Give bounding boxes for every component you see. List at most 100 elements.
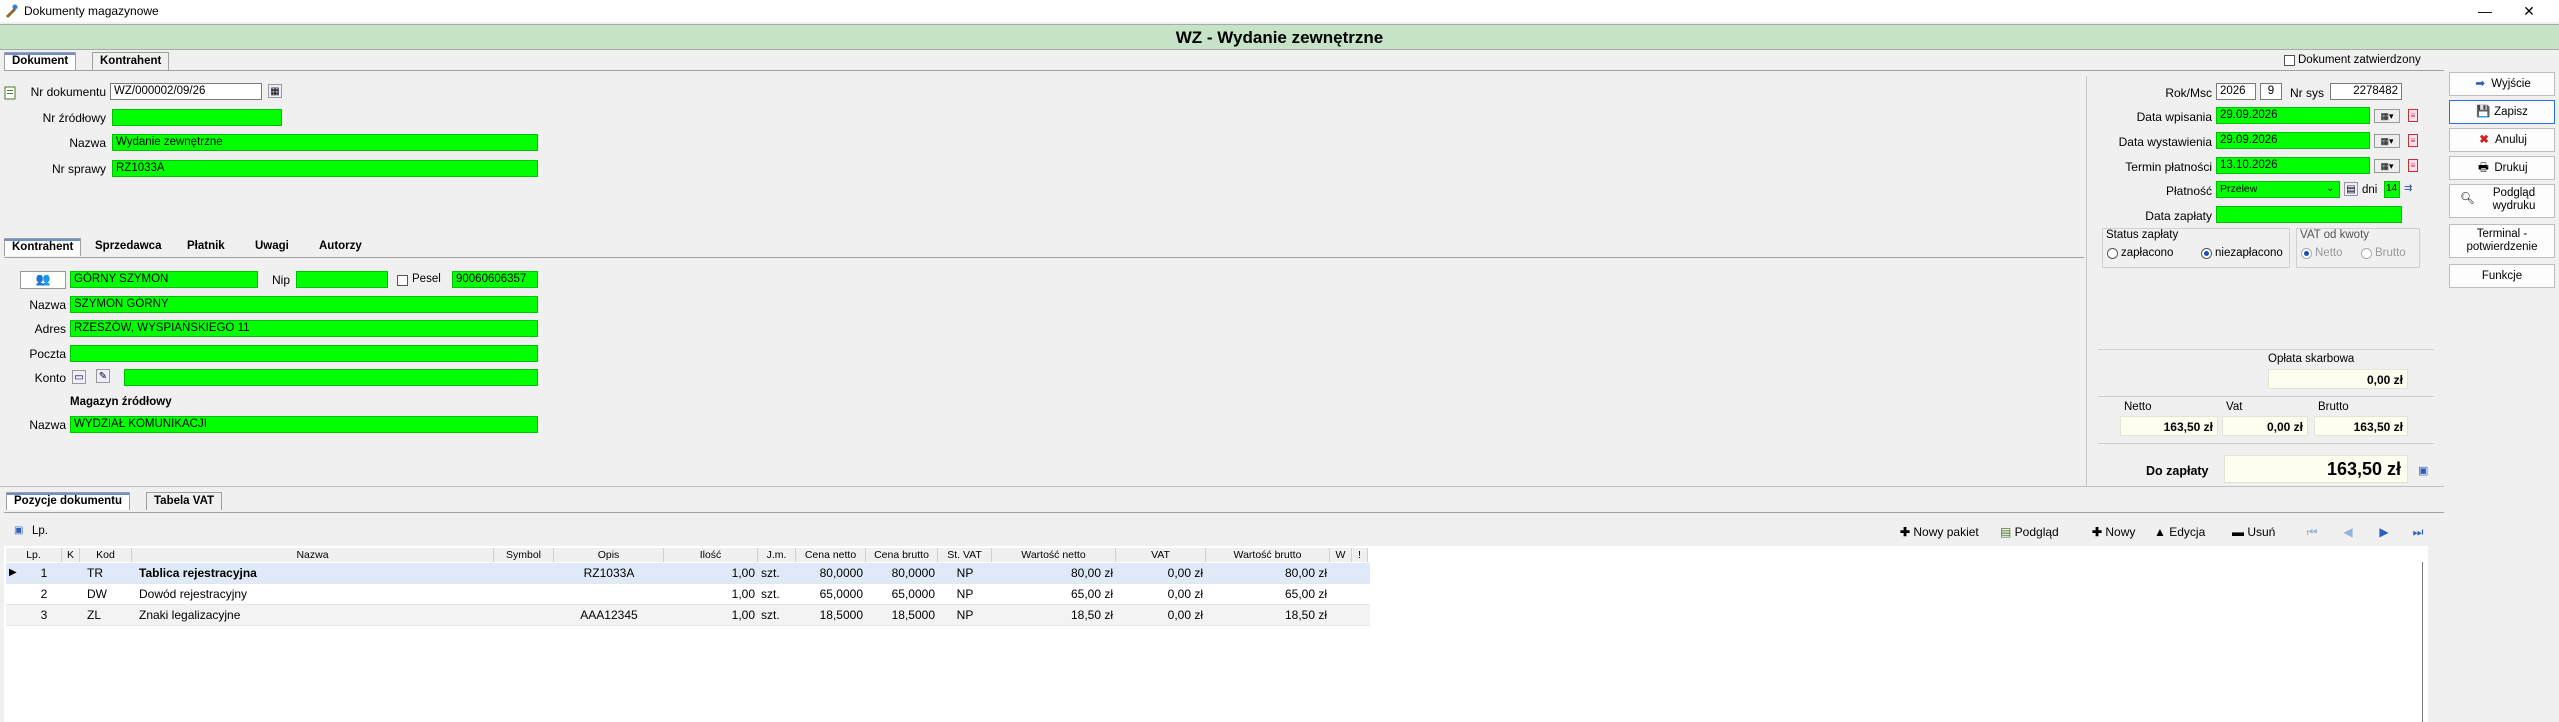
address-field[interactable]: RZESZÓW, WYSPIAŃSKIEGO 11 (70, 320, 538, 337)
contractor-code-field[interactable]: GÓRNY SZYMON (70, 271, 258, 288)
col-opis[interactable]: Opis (554, 548, 664, 562)
new-package-button[interactable]: ✚ Nowy pakiet (1900, 523, 1979, 541)
col-exclamation[interactable]: ! (1352, 548, 1368, 562)
cancel-button[interactable]: ✖ Anuluj (2449, 128, 2555, 152)
grid-settings-icon[interactable]: ▣ (14, 525, 23, 536)
col-jm[interactable]: J.m. (758, 548, 796, 562)
edit-button[interactable]: ▲ Edycja (2154, 523, 2205, 541)
due-date-field[interactable]: 13.10.2026 (2216, 157, 2370, 174)
tab-kontrahent[interactable]: Kontrahent (92, 52, 170, 70)
entry-date-clear-icon[interactable]: ≡ (2408, 109, 2418, 122)
save-button[interactable]: 💾 Zapisz (2449, 100, 2555, 124)
issue-date-field[interactable]: 29.09.2026 (2216, 132, 2370, 149)
sys-number-field[interactable]: 2278482 (2330, 83, 2402, 100)
last-record-icon[interactable]: ⏭ (2410, 524, 2426, 540)
paid-date-field[interactable] (2216, 206, 2402, 223)
due-date-calendar-icon[interactable]: ▦▾ (2374, 159, 2400, 173)
table-row[interactable]: 2 DW Dowód rejestracyjny 1,00 szt. 65,00… (6, 584, 1370, 605)
col-wartosc-brutto[interactable]: Wartość brutto (1206, 548, 1330, 562)
to-pay-wallet-icon[interactable]: ▣ (2418, 464, 2428, 477)
maximize-button[interactable] (2468, 0, 2508, 22)
doc-number-field[interactable]: WZ/000002/09/26 (110, 83, 262, 100)
grid-scrollbar[interactable] (2422, 562, 2423, 722)
vat-net-radio[interactable] (2301, 248, 2312, 259)
payment-book-icon[interactable]: ▤ (2344, 182, 2358, 196)
entry-date-field[interactable]: 29.09.2026 (2216, 107, 2370, 124)
doc-number-label: Nr dokumentu (30, 85, 106, 99)
issue-date-clear-icon[interactable]: ≡ (2408, 134, 2418, 147)
col-wartosc-netto[interactable]: Wartość netto (992, 548, 1116, 562)
table-row[interactable]: ▶ 1 TR Tablica rejestracyjna RZ1033A 1,0… (6, 563, 1370, 584)
previous-record-icon[interactable]: ◀ (2340, 524, 2356, 540)
due-date-clear-icon[interactable]: ≡ (2408, 159, 2418, 172)
tab-uwagi[interactable]: Uwagi (248, 238, 296, 256)
col-kod[interactable]: Kod (80, 548, 132, 562)
nip-field[interactable] (296, 271, 388, 288)
next-record-icon[interactable]: ▶ (2376, 524, 2392, 540)
account-field[interactable] (124, 369, 538, 386)
account-card-icon[interactable]: ▭ (72, 370, 86, 384)
col-cena-brutto[interactable]: Cena brutto (866, 548, 938, 562)
tab-dokument[interactable]: Dokument (4, 52, 77, 70)
row-opis (554, 584, 664, 604)
month-field[interactable]: 9 (2260, 83, 2282, 100)
col-symbol[interactable]: Symbol (494, 548, 554, 562)
post-field[interactable] (70, 345, 538, 362)
tab-sprzedawca[interactable]: Sprzedawca (88, 238, 168, 256)
col-ilosc[interactable]: Ilość (664, 548, 758, 562)
preview-button[interactable]: ▤ Podgląd (2000, 523, 2059, 541)
vat-gross-radio[interactable] (2361, 248, 2372, 259)
row-pointer-icon: ▶ (9, 567, 17, 578)
row-nazwa: Tablica rejestracyjna (139, 566, 257, 580)
close-button[interactable]: ✕ (2506, 0, 2552, 22)
days-spin-icon[interactable]: ⇉ (2404, 183, 2412, 194)
select-contractor-button[interactable]: 👥 (20, 271, 66, 289)
calculator-icon[interactable]: ▦ (268, 84, 282, 98)
tab-kontrahent-sub[interactable]: Kontrahent (4, 238, 82, 256)
days-field[interactable]: 14 (2384, 181, 2400, 198)
status-unpaid-radio[interactable] (2201, 248, 2212, 259)
col-vat[interactable]: VAT (1116, 548, 1206, 562)
table-row[interactable]: 3 ZL Znaki legalizacyjne AAA12345 1,00 s… (6, 605, 1370, 626)
col-lp[interactable]: Lp. (6, 548, 62, 562)
plus-icon: ✚ (2092, 525, 2106, 539)
col-st-vat[interactable]: St. VAT (938, 548, 992, 562)
doc-name-field[interactable]: Wydanie zewnętrzne (112, 134, 538, 151)
confirmed-checkbox[interactable] (2284, 55, 2295, 66)
contractor-name-field[interactable]: SZYMON GÓRNY (70, 296, 538, 313)
pesel-checkbox[interactable] (397, 275, 408, 286)
tab-vat-table[interactable]: Tabela VAT (146, 492, 223, 510)
app-icon (4, 4, 18, 18)
address-label: Adres (34, 322, 66, 336)
pesel-label: Pesel (412, 273, 441, 285)
terminal-confirmation-button[interactable]: Terminal - potwierdzenie (2449, 224, 2555, 258)
delete-button[interactable]: ▬ Usuń (2232, 523, 2275, 541)
status-paid-radio[interactable] (2107, 248, 2118, 259)
issue-date-calendar-icon[interactable]: ▦▾ (2374, 134, 2400, 148)
payment-chevron-down-icon[interactable]: ⌄ (2326, 183, 2334, 194)
warehouse-name-field[interactable]: WYDZIAŁ KOMUNIKACJI (70, 416, 538, 433)
entry-date-calendar-icon[interactable]: ▦▾ (2374, 109, 2400, 123)
col-cena-netto[interactable]: Cena netto (796, 548, 866, 562)
print-preview-button[interactable]: 🔍︎ Podgląd wydruku (2449, 184, 2555, 218)
payment-select[interactable]: Przelew (2216, 181, 2340, 198)
col-w[interactable]: W (1330, 548, 1352, 562)
new-button[interactable]: ✚ Nowy (2092, 523, 2135, 541)
functions-button[interactable]: Funkcje (2449, 264, 2555, 288)
tab-platnik[interactable]: Płatnik (180, 238, 232, 256)
pesel-field[interactable]: 90060606357 (452, 271, 538, 288)
tab-positions[interactable]: Pozycje dokumentu (6, 492, 130, 510)
first-record-icon[interactable]: ⏮ (2304, 524, 2320, 540)
exit-button[interactable]: ➡ Wyjście (2449, 72, 2555, 96)
tab-autorzy[interactable]: Autorzy (312, 238, 369, 256)
vat-net-label: Netto (2315, 247, 2343, 259)
row-nazwa: Dowód rejestracyjny (139, 587, 248, 601)
case-number-field[interactable]: RZ1033A (112, 160, 538, 177)
col-nazwa[interactable]: Nazwa (132, 548, 494, 562)
fee-label: Opłata skarbowa (2268, 353, 2355, 365)
col-k[interactable]: K (62, 548, 80, 562)
account-edit-icon[interactable]: ✎ (96, 369, 110, 383)
source-number-field[interactable] (112, 109, 282, 126)
year-field[interactable]: 2026 (2216, 83, 2256, 100)
print-button[interactable]: 🖶 Drukuj (2449, 156, 2555, 180)
